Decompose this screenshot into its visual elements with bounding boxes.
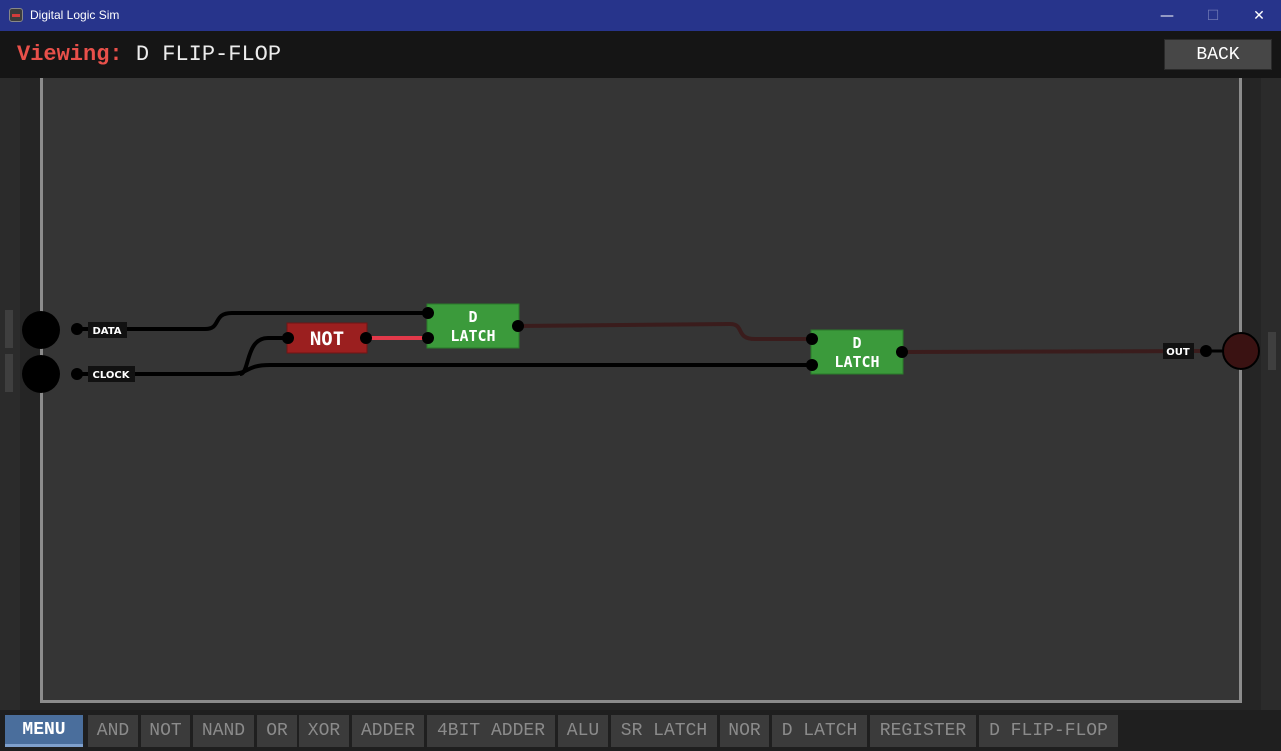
chip-button-xor[interactable]: XOR: [299, 715, 349, 747]
input-clock-label: CLOCK: [93, 370, 131, 381]
circuit-canvas: DATA CLOCK NOT D LATCH D LATCH OUT: [22, 303, 1260, 393]
chip-d-latch-2-output-pin[interactable]: [896, 346, 908, 358]
chip-not-input-pin[interactable]: [282, 332, 294, 344]
chip-d-latch-1-data-pin[interactable]: [422, 307, 434, 319]
wire-clock-to-latch2: [77, 363, 812, 376]
app-icon: [9, 8, 23, 22]
chip-button-d-latch[interactable]: D LATCH: [772, 715, 867, 747]
chip-d-latch-2-data-pin[interactable]: [806, 333, 818, 345]
chip-not-label: NOT: [310, 328, 344, 350]
chip-d-latch-1-line2: LATCH: [450, 327, 495, 345]
output-out-indicator: [1222, 332, 1260, 370]
chip-d-latch-1-line1: D: [468, 308, 477, 326]
viewing-title: Viewing: D FLIP-FLOP: [17, 42, 281, 67]
chip-button-sr-latch[interactable]: SR LATCH: [611, 715, 717, 747]
wire-data-to-latch1: [77, 311, 428, 331]
workspace: DATA CLOCK NOT D LATCH D LATCH OUT: [0, 78, 1281, 710]
wire-latch1-to-latch2: [517, 321, 812, 341]
chip-button-4bit-adder[interactable]: 4BIT ADDER: [427, 715, 555, 747]
viewing-label: Viewing:: [17, 42, 123, 67]
chip-button-nand[interactable]: NAND: [193, 715, 254, 747]
chip-d-latch-1-enable-pin[interactable]: [422, 332, 434, 344]
view-header: Viewing: D FLIP-FLOP BACK: [0, 31, 1281, 78]
wire-clock-to-not: [239, 336, 288, 376]
viewing-chip-name: D FLIP-FLOP: [135, 42, 282, 67]
chip-not[interactable]: NOT: [286, 322, 368, 354]
input-data-label: DATA: [92, 326, 121, 337]
chip-d-latch-1-output-pin[interactable]: [512, 320, 524, 332]
chip-button-register[interactable]: REGISTER: [870, 715, 976, 747]
minimize-button[interactable]: —: [1144, 0, 1190, 31]
wire-latch2-to-out: [901, 349, 1207, 354]
chip-button-d-flip-flop[interactable]: D FLIP-FLOP: [979, 715, 1118, 747]
chip-d-latch-2-line2: LATCH: [834, 353, 879, 371]
chip-button-not[interactable]: NOT: [141, 715, 190, 747]
window-title: Digital Logic Sim: [30, 8, 120, 22]
output-out-label: OUT: [1166, 347, 1190, 358]
chip-button-or[interactable]: OR: [257, 715, 297, 747]
back-button[interactable]: BACK: [1164, 39, 1272, 70]
window-title-bar: Digital Logic Sim — ☐ ✕: [0, 0, 1281, 31]
maximize-button[interactable]: ☐: [1190, 0, 1236, 31]
input-clock-pin[interactable]: [71, 368, 83, 380]
input-data-pin[interactable]: [71, 323, 83, 335]
input-clock-toggle[interactable]: [22, 355, 60, 393]
chip-button-and[interactable]: AND: [88, 715, 138, 747]
chip-bar: MENU AND NOT NAND OR XOR ADDER 4BIT ADDE…: [0, 710, 1281, 751]
chip-not-output-pin[interactable]: [360, 332, 372, 344]
chip-button-adder[interactable]: ADDER: [352, 715, 424, 747]
chip-d-latch-1[interactable]: D LATCH: [426, 303, 520, 349]
menu-button[interactable]: MENU: [5, 715, 83, 747]
input-data-toggle[interactable]: [22, 311, 60, 349]
chip-button-nor[interactable]: NOR: [720, 715, 769, 747]
chip-button-alu[interactable]: ALU: [558, 715, 608, 747]
chip-d-latch-2-enable-pin[interactable]: [806, 359, 818, 371]
close-button[interactable]: ✕: [1236, 0, 1281, 31]
chip-d-latch-2[interactable]: D LATCH: [810, 329, 904, 375]
chip-d-latch-2-line1: D: [852, 334, 861, 352]
